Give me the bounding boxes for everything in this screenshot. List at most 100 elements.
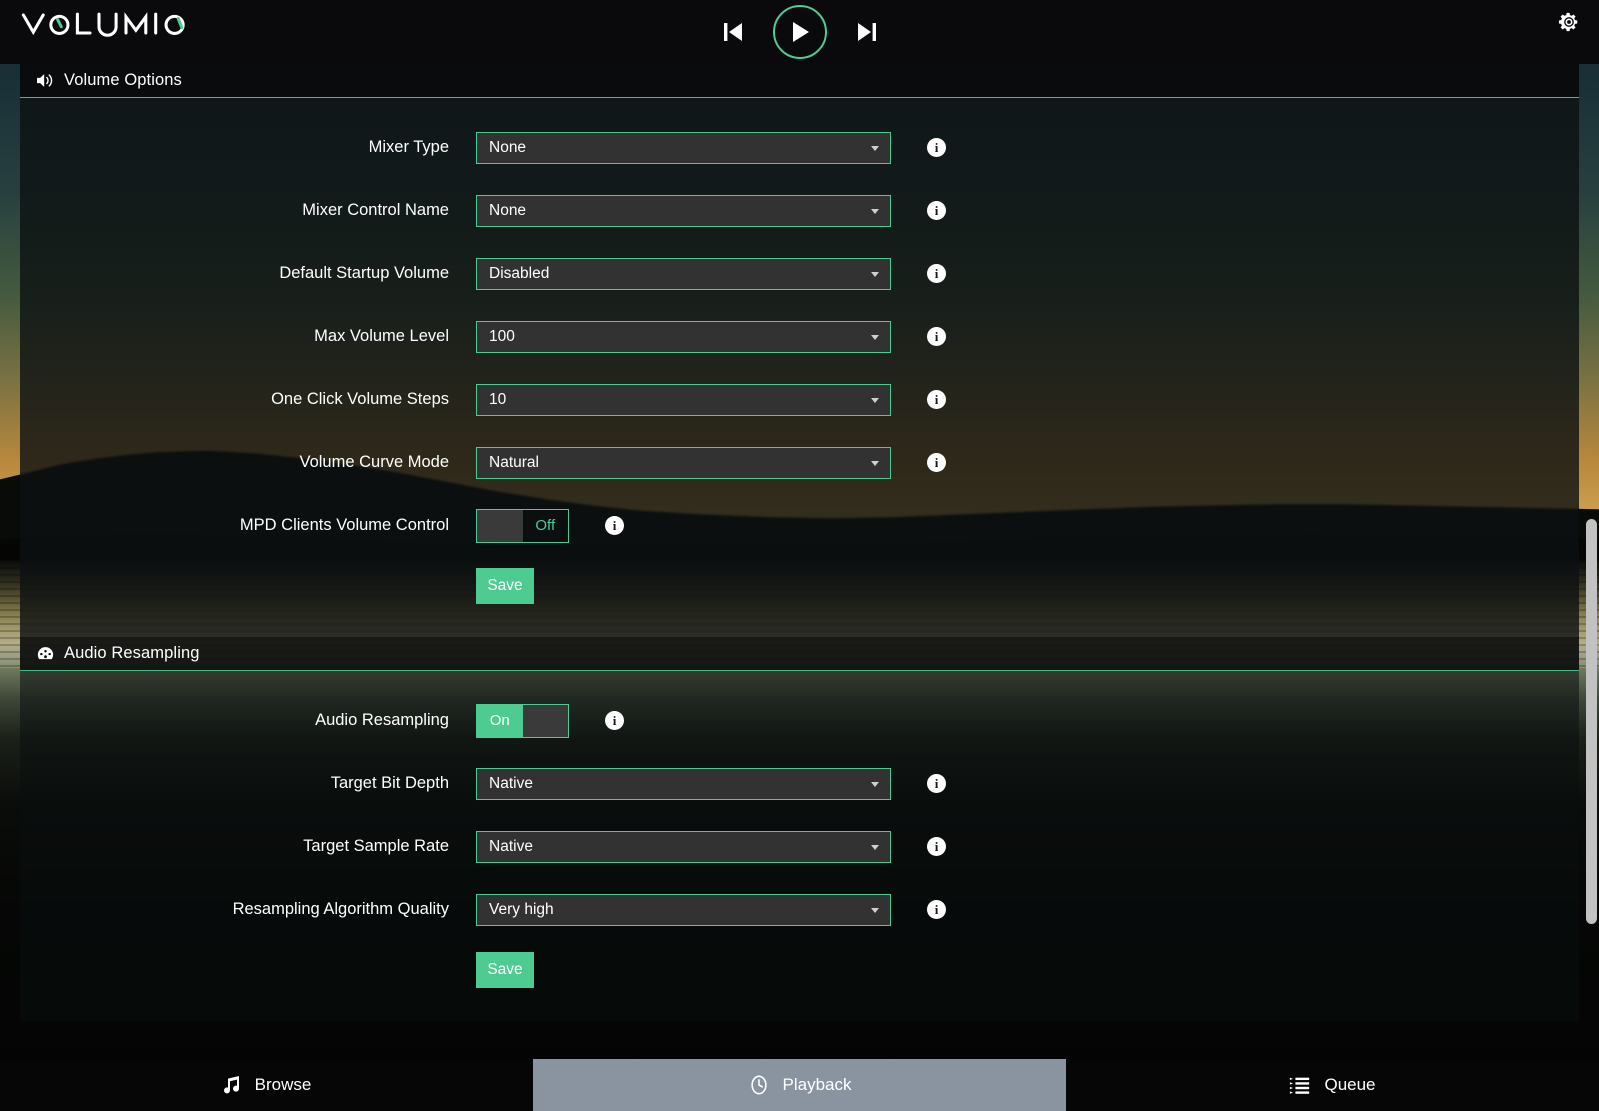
toggle-audio-resampling[interactable]: On [476, 703, 569, 738]
form-row-mixer-type: Mixer Type None i [20, 116, 1579, 179]
transport-controls [0, 0, 1599, 64]
nav-label-playback: Playback [782, 1075, 852, 1094]
music-note-icon [222, 1074, 242, 1096]
toggle-mpd-clients-volume-control[interactable]: Off [476, 508, 569, 543]
select-default-startup-volume[interactable]: Disabled [476, 257, 891, 290]
form-row-mpd-clients-volume-control: MPD Clients Volume Control Off i [20, 494, 1579, 557]
form-row-one-click-volume-steps: One Click Volume Steps 10 i [20, 368, 1579, 431]
toggle-knob [522, 704, 568, 737]
save-button-audio-resampling[interactable]: Save [476, 952, 534, 988]
section-body-volume-options: Mixer Type None i Mixer Control Name Non… [20, 98, 1579, 637]
nav-item-browse[interactable]: Browse [0, 1059, 533, 1111]
info-icon-mixer-type[interactable]: i [927, 138, 946, 157]
chevron-down-icon [871, 145, 879, 151]
speaker-volume-icon [37, 74, 53, 87]
vertical-scrollbar-thumb[interactable] [1586, 519, 1597, 924]
select-value-mixer-control-name: None [489, 201, 527, 219]
section-title-audio-resampling: Audio Resampling [64, 644, 200, 662]
play-icon [792, 22, 809, 42]
label-mpd-clients-volume-control: MPD Clients Volume Control [239, 516, 449, 534]
section-header-volume-options: Volume Options [20, 64, 1579, 98]
select-value-resampling-algorithm-quality: Very high [489, 900, 554, 918]
select-max-volume-level[interactable]: 100 [476, 320, 891, 353]
select-value-one-click-volume-steps: 10 [489, 390, 507, 408]
bottom-navigation-bar: Browse Playback Queue [0, 1059, 1599, 1111]
chevron-down-icon [871, 907, 879, 913]
nav-item-playback[interactable]: Playback [533, 1059, 1066, 1111]
chevron-down-icon [871, 460, 879, 466]
form-row-target-sample-rate: Target Sample Rate Native i [20, 815, 1579, 878]
settings-panel-stack: Volume Options Mixer Type None i Mixer C… [20, 64, 1579, 1059]
info-icon-volume-curve-mode[interactable]: i [927, 453, 946, 472]
label-target-sample-rate: Target Sample Rate [303, 837, 449, 855]
select-value-target-bit-depth: Native [489, 774, 533, 792]
select-target-sample-rate[interactable]: Native [476, 830, 891, 863]
save-row-audio-resampling: Save [20, 941, 1579, 999]
settings-button[interactable] [1555, 8, 1583, 36]
select-value-volume-curve-mode: Natural [489, 453, 539, 471]
save-button-volume-options[interactable]: Save [476, 568, 534, 604]
select-value-default-startup-volume: Disabled [489, 264, 550, 282]
select-mixer-type[interactable]: None [476, 131, 891, 164]
label-resampling-algorithm-quality: Resampling Algorithm Quality [232, 900, 449, 918]
chevron-down-icon [871, 397, 879, 403]
select-volume-curve-mode[interactable]: Natural [476, 446, 891, 479]
form-row-mixer-control-name: Mixer Control Name None i [20, 179, 1579, 242]
form-row-audio-resampling: Audio Resampling On i [20, 689, 1579, 752]
label-volume-curve-mode: Volume Curve Mode [299, 453, 450, 471]
chevron-down-icon [871, 844, 879, 850]
form-row-default-startup-volume: Default Startup Volume Disabled i [20, 242, 1579, 305]
gear-icon [1558, 12, 1578, 32]
section-header-audio-resampling: Audio Resampling [20, 637, 1579, 671]
playback-circle-icon [748, 1074, 770, 1096]
info-icon-target-sample-rate[interactable]: i [927, 837, 946, 856]
chevron-down-icon [871, 781, 879, 787]
select-mixer-control-name[interactable]: None [476, 194, 891, 227]
next-track-button[interactable] [853, 16, 881, 48]
info-icon-audio-resampling[interactable]: i [605, 711, 624, 730]
section-body-audio-resampling: Audio Resampling On i Target Bit Depth N… [20, 671, 1579, 1021]
select-value-max-volume-level: 100 [489, 327, 515, 345]
form-row-target-bit-depth: Target Bit Depth Native i [20, 752, 1579, 815]
toggle-label-audio-resampling: On [477, 704, 523, 737]
chevron-down-icon [871, 271, 879, 277]
save-row-volume-options: Save [20, 557, 1579, 615]
info-icon-mpd-clients-volume-control[interactable]: i [605, 516, 624, 535]
app-header [0, 0, 1599, 64]
chevron-down-icon [871, 208, 879, 214]
info-icon-mixer-control-name[interactable]: i [927, 201, 946, 220]
step-forward-icon [857, 23, 876, 41]
step-backward-icon [723, 23, 742, 41]
volumio-logo[interactable] [18, 5, 198, 43]
select-value-target-sample-rate: Native [489, 837, 533, 855]
list-icon [1289, 1075, 1311, 1095]
label-mixer-type: Mixer Type [368, 138, 449, 156]
section-audio-resampling: Audio Resampling Audio Resampling On i T… [20, 637, 1579, 1021]
nav-item-queue[interactable]: Queue [1066, 1059, 1599, 1111]
section-title-volume-options: Volume Options [64, 71, 182, 89]
info-icon-max-volume-level[interactable]: i [927, 327, 946, 346]
previous-track-button[interactable] [719, 16, 747, 48]
nav-label-browse: Browse [254, 1075, 312, 1094]
label-default-startup-volume: Default Startup Volume [279, 264, 449, 282]
play-button[interactable] [772, 5, 827, 59]
section-volume-options: Volume Options Mixer Type None i Mixer C… [20, 64, 1579, 637]
info-icon-resampling-algorithm-quality[interactable]: i [927, 900, 946, 919]
info-icon-default-startup-volume[interactable]: i [927, 264, 946, 283]
label-audio-resampling: Audio Resampling [315, 711, 449, 729]
label-one-click-volume-steps: One Click Volume Steps [271, 390, 449, 408]
volumio-app: Volume Options Mixer Type None i Mixer C… [0, 0, 1599, 1111]
toggle-label-mpd-clients-volume-control: Off [535, 517, 556, 534]
label-mixer-control-name: Mixer Control Name [302, 201, 449, 219]
info-icon-one-click-volume-steps[interactable]: i [927, 390, 946, 409]
select-target-bit-depth[interactable]: Native [476, 767, 891, 800]
nav-label-queue: Queue [1324, 1075, 1376, 1094]
form-row-resampling-algorithm-quality: Resampling Algorithm Quality Very high i [20, 878, 1579, 941]
select-resampling-algorithm-quality[interactable]: Very high [476, 893, 891, 926]
info-icon-target-bit-depth[interactable]: i [927, 774, 946, 793]
form-row-volume-curve-mode: Volume Curve Mode Natural i [20, 431, 1579, 494]
settings-content: Volume Options Mixer Type None i Mixer C… [0, 64, 1599, 1059]
select-one-click-volume-steps[interactable]: 10 [476, 383, 891, 416]
chevron-down-icon [871, 334, 879, 340]
app-shell: Volume Options Mixer Type None i Mixer C… [0, 0, 1599, 1111]
